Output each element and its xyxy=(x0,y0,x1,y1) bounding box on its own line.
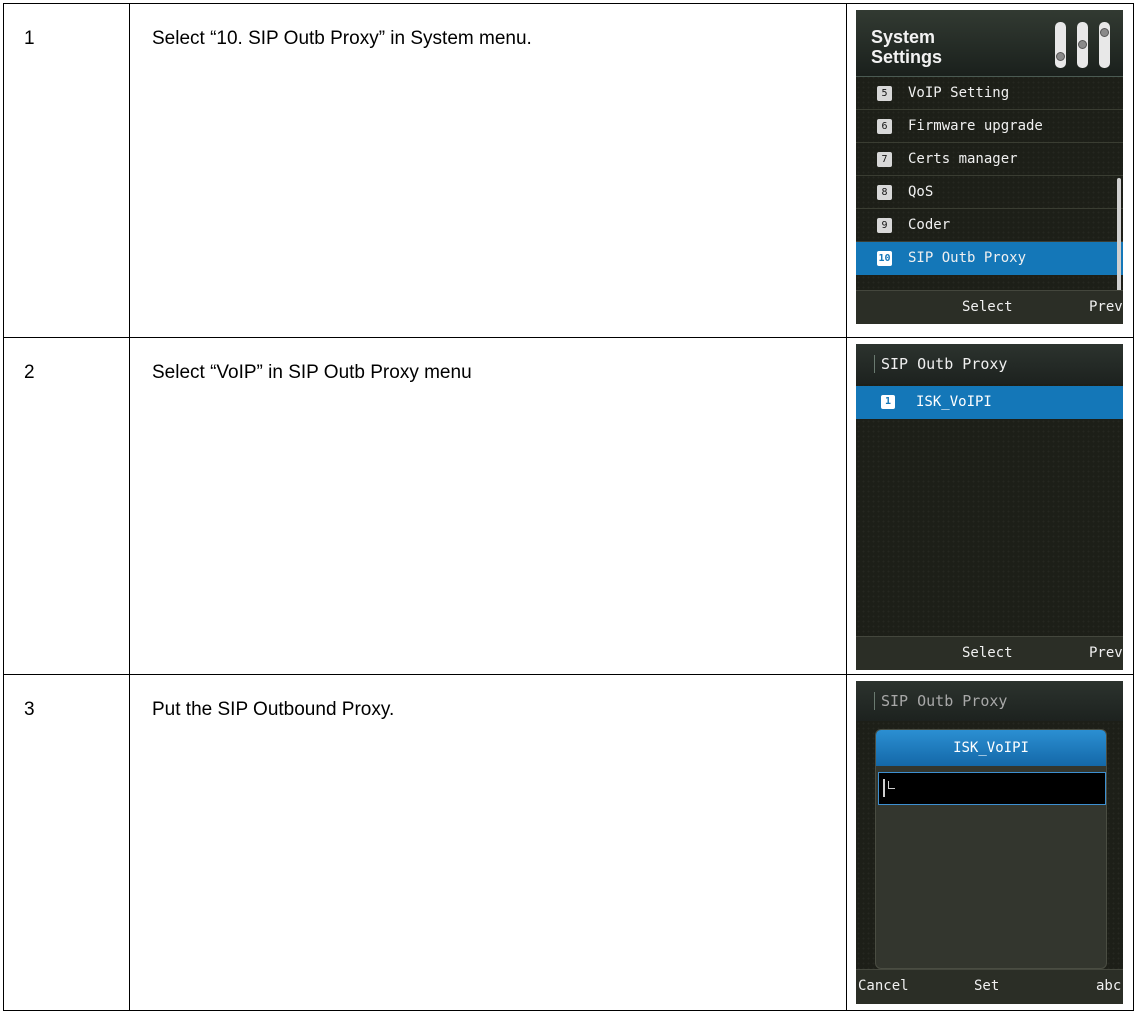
select-softkey[interactable]: Select xyxy=(962,298,1013,316)
menu-item-certs-manager[interactable]: 7 Certs manager xyxy=(856,143,1123,176)
item-number-badge: 8 xyxy=(877,185,892,200)
step-description: Select “VoIP” in SIP Outb Proxy menu xyxy=(152,362,472,383)
softkey-bar: Select Prev xyxy=(856,636,1123,670)
step-row-1: 1 Select “10. SIP Outb Proxy” in System … xyxy=(3,3,1134,338)
menu-item-label: Certs manager xyxy=(908,151,1018,167)
item-number-badge: 1 xyxy=(881,395,895,409)
menu-item-firmware-upgrade[interactable]: 6 Firmware upgrade xyxy=(856,110,1123,143)
screen-title: SIP Outb Proxy xyxy=(874,355,1007,373)
softkey-bar: Select Prev xyxy=(856,290,1123,324)
menu-item-label: Firmware upgrade xyxy=(908,118,1043,134)
proxy-input-field[interactable] xyxy=(878,772,1106,805)
sip-outb-proxy-screen: SIP Outb Proxy 1 ISK_VoIPI Select Prev xyxy=(856,344,1123,670)
menu-item-sip-outb-proxy[interactable]: 10 SIP Outb Proxy xyxy=(856,242,1123,275)
screen-header: System Settings xyxy=(856,10,1123,77)
sliders-icon xyxy=(1053,22,1111,68)
menu-item-label: Coder xyxy=(908,217,951,233)
item-number-badge: 5 xyxy=(877,86,892,101)
menu-item-label: VoIP Setting xyxy=(908,85,1010,101)
menu-item-coder[interactable]: 9 Coder xyxy=(856,209,1123,242)
step-row-3: 3 Put the SIP Outbound Proxy. SIP Outb P… xyxy=(3,674,1134,1011)
item-number-badge: 10 xyxy=(877,251,892,266)
step-number: 1 xyxy=(24,28,35,49)
screen-title: System Settings xyxy=(871,27,943,67)
screen-header: SIP Outb Proxy xyxy=(856,681,1123,721)
steps-table: 1 Select “10. SIP Outb Proxy” in System … xyxy=(3,3,1134,1011)
screen-header: SIP Outb Proxy xyxy=(856,344,1123,384)
menu-scrollbar[interactable] xyxy=(1117,178,1121,298)
step-description: Put the SIP Outbound Proxy. xyxy=(152,699,395,720)
text-cursor-icon xyxy=(883,779,885,797)
step-number: 2 xyxy=(24,362,35,383)
step-description: Select “10. SIP Outb Proxy” in System me… xyxy=(152,28,532,49)
set-softkey[interactable]: Set xyxy=(974,977,999,995)
step-number: 3 xyxy=(24,699,35,720)
prev-softkey[interactable]: Prev xyxy=(1089,298,1123,316)
item-number-badge: 9 xyxy=(877,218,892,233)
menu-item-voip-setting[interactable]: 5 VoIP Setting xyxy=(856,77,1123,110)
enter-glyph xyxy=(888,781,895,789)
dialog-title: ISK_VoIPI xyxy=(876,730,1106,766)
settings-menu: 5 VoIP Setting 6 Firmware upgrade 7 Certs m… xyxy=(856,77,1123,275)
prev-softkey[interactable]: Prev xyxy=(1089,644,1123,662)
item-number-badge: 7 xyxy=(877,152,892,167)
abc-softkey[interactable]: abc xyxy=(1096,977,1121,995)
select-softkey[interactable]: Select xyxy=(962,644,1013,662)
list-item-label: ISK_VoIPI xyxy=(916,394,992,410)
cancel-softkey[interactable]: Cancel xyxy=(858,977,909,995)
step-row-2: 2 Select “VoIP” in SIP Outb Proxy menu S… xyxy=(3,337,1134,675)
sip-outb-proxy-edit-screen: SIP Outb Proxy ISK_VoIPI Cancel Set abc xyxy=(856,681,1123,1004)
item-number-badge: 6 xyxy=(877,119,892,134)
edit-dialog: ISK_VoIPI xyxy=(875,729,1107,969)
menu-item-label: SIP Outb Proxy xyxy=(908,250,1027,266)
menu-item-qos[interactable]: 8 QoS xyxy=(856,176,1123,209)
menu-item-label: QoS xyxy=(908,184,934,200)
softkey-bar: Cancel Set abc xyxy=(856,969,1123,1004)
screen-title: SIP Outb Proxy xyxy=(874,692,1007,710)
system-settings-screen: System Settings 5 VoIP Setting 6 Firmware … xyxy=(856,10,1123,324)
list-item-isk-voipi[interactable]: 1 ISK_VoIPI xyxy=(856,386,1123,419)
